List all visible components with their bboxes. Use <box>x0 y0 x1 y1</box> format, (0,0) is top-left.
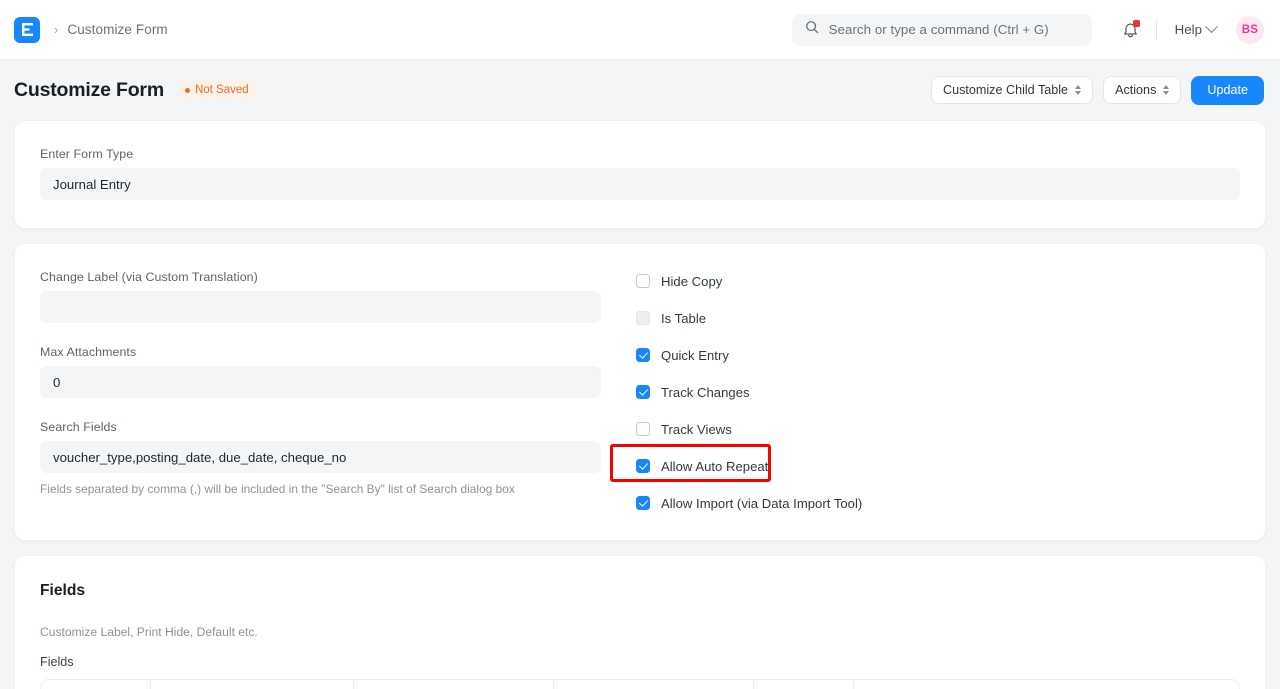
change-label-input[interactable] <box>40 291 601 323</box>
change-label-group: Change Label (via Custom Translation) <box>40 270 601 323</box>
fields-section-title: Fields <box>40 582 1240 600</box>
update-button[interactable]: Update <box>1191 76 1264 105</box>
checkbox-row-allow-import[interactable]: Allow Import (via Data Import Tool) <box>636 492 1240 514</box>
form-type-input[interactable]: Journal Entry <box>40 168 1240 200</box>
column-header-type[interactable]: Type <box>354 680 554 689</box>
status-badge: Not Saved <box>178 80 258 100</box>
checkbox-row-track-changes[interactable]: Track Changes <box>636 381 1240 403</box>
column-header-name[interactable]: Name <box>554 680 754 689</box>
search-icon <box>805 20 819 39</box>
column-header-in-list[interactable]: In List <box>854 680 1239 689</box>
customize-child-table-label: Customize Child Table <box>943 83 1068 97</box>
status-badge-label: Not Saved <box>195 84 249 96</box>
checkbox-row-quick-entry[interactable]: Quick Entry <box>636 344 1240 366</box>
chevron-down-icon <box>1205 20 1218 33</box>
fields-grid-label: Fields <box>40 655 1240 669</box>
checkbox-label: Track Changes <box>661 385 750 400</box>
page-title: Customize Form <box>14 79 164 102</box>
search-fields-group: Search Fields voucher_type,posting_date,… <box>40 420 601 496</box>
max-attachments-group: Max Attachments 0 <box>40 345 601 398</box>
notifications-button[interactable] <box>1114 13 1148 47</box>
search-input[interactable]: Search or type a command (Ctrl + G) <box>792 14 1092 46</box>
column-header-label[interactable]: Label <box>151 680 354 689</box>
max-attachments-input[interactable]: 0 <box>40 366 601 398</box>
search-fields-help: Fields separated by comma (,) will be in… <box>40 482 601 496</box>
navbar-right-group: Search or type a command (Ctrl + G) Help… <box>792 13 1264 47</box>
settings-card: Change Label (via Custom Translation) Ma… <box>14 243 1266 541</box>
customize-child-table-button[interactable]: Customize Child Table <box>931 76 1093 104</box>
checkbox-label: Allow Auto Repeat <box>661 459 768 474</box>
checkbox-label: Is Table <box>661 311 706 326</box>
fields-grid-header-row: No. Label Type Name Mandatory <box>41 680 1239 689</box>
change-label-label: Change Label (via Custom Translation) <box>40 270 601 284</box>
checkbox-label: Hide Copy <box>661 274 722 289</box>
navbar-divider <box>1156 20 1157 40</box>
fields-card: Fields Customize Label, Print Hide, Defa… <box>14 555 1266 689</box>
select-chevron-icon <box>1163 85 1169 95</box>
erpnext-logo-icon[interactable] <box>14 17 40 43</box>
checkbox-is-table <box>636 311 650 325</box>
settings-checkbox-column: Hide Copy Is Table Quick Entry Track Cha… <box>601 244 1265 540</box>
search-placeholder-text: Search or type a command (Ctrl + G) <box>829 22 1049 37</box>
checkbox-hide-copy[interactable] <box>636 274 650 288</box>
checkbox-allow-auto-repeat[interactable] <box>636 459 650 473</box>
checkbox-row-hide-copy[interactable]: Hide Copy <box>636 270 1240 292</box>
checkbox-quick-entry[interactable] <box>636 348 650 362</box>
checkbox-track-changes[interactable] <box>636 385 650 399</box>
checkbox-row-allow-auto-repeat[interactable]: Allow Auto Repeat <box>636 455 1240 477</box>
checkbox-label: Track Views <box>661 422 732 437</box>
search-fields-label: Search Fields <box>40 420 601 434</box>
column-header-no[interactable]: No. <box>41 680 151 689</box>
checkbox-row-is-table[interactable]: Is Table <box>636 307 1240 329</box>
select-chevron-icon <box>1075 85 1081 95</box>
search-fields-input[interactable]: voucher_type,posting_date, due_date, che… <box>40 441 601 473</box>
notification-badge-dot <box>1133 20 1140 27</box>
checkbox-label: Quick Entry <box>661 348 729 363</box>
page-header: Customize Form Not Saved Customize Child… <box>0 60 1280 120</box>
help-label: Help <box>1175 22 1202 37</box>
page-actions: Customize Child Table Actions Update <box>931 76 1264 105</box>
settings-left-column: Change Label (via Custom Translation) Ma… <box>15 244 601 540</box>
update-label: Update <box>1207 83 1248 97</box>
actions-label: Actions <box>1115 83 1156 97</box>
checkbox-track-views[interactable] <box>636 422 650 436</box>
max-attachments-label: Max Attachments <box>40 345 601 359</box>
fields-grid: No. Label Type Name Mandatory <box>40 679 1240 689</box>
actions-button[interactable]: Actions <box>1103 76 1181 104</box>
breadcrumb[interactable]: Customize Form <box>67 22 167 37</box>
fields-section-subtitle: Customize Label, Print Hide, Default etc… <box>40 625 1240 639</box>
column-header-mandatory[interactable]: Mandatory <box>754 680 854 689</box>
help-menu-button[interactable]: Help <box>1169 18 1222 41</box>
avatar[interactable]: BS <box>1236 16 1264 44</box>
form-type-label: Enter Form Type <box>40 147 1240 161</box>
checkbox-label: Allow Import (via Data Import Tool) <box>661 496 862 511</box>
checkbox-allow-import[interactable] <box>636 496 650 510</box>
status-dot-icon <box>185 88 190 93</box>
page-content: Enter Form Type Journal Entry Change Lab… <box>0 120 1280 689</box>
top-navbar: › Customize Form Search or type a comman… <box>0 0 1280 60</box>
form-type-card: Enter Form Type Journal Entry <box>14 120 1266 229</box>
breadcrumb-separator-icon: › <box>54 23 58 36</box>
checkbox-row-track-views[interactable]: Track Views <box>636 418 1240 440</box>
